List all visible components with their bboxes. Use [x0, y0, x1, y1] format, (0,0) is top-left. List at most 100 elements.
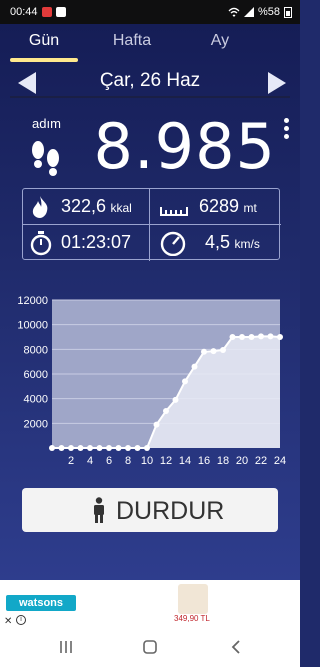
chart-point: [144, 445, 150, 451]
chart-point: [87, 445, 93, 451]
chart-svg: 200040006000800010000120002 4 6 8 10 12 14 16 18…: [17, 295, 286, 467]
person-icon: [94, 497, 104, 523]
calories-value: 322,6: [61, 196, 107, 216]
tab-week[interactable]: Hafta: [92, 32, 172, 50]
chart-point: [134, 445, 141, 451]
steps-value: 8.985: [93, 110, 276, 183]
chart-xtick-label: 20: [236, 455, 248, 467]
speed-unit: km/s: [234, 237, 260, 251]
speed-stat: 4,5 km/s: [205, 232, 260, 253]
chart-xtick-label: 24: [274, 455, 286, 467]
chart-point: [96, 445, 103, 451]
chart-xtick-label: 8: [125, 455, 131, 467]
chart-xtick-label: 6: [106, 455, 112, 467]
next-day-arrow-icon[interactable]: [268, 72, 286, 94]
chart-point: [248, 334, 255, 340]
chart-ytick-label: 4000: [24, 394, 48, 406]
chart-point: [125, 445, 131, 451]
chart-point: [220, 346, 226, 353]
date-divider: [10, 96, 290, 98]
chart-ytick-label: 8000: [24, 344, 48, 356]
chart-point: [210, 348, 217, 355]
current-date: Çar, 26 Haz: [99, 70, 201, 91]
tab-month[interactable]: Ay: [180, 32, 260, 50]
ad-close-icon[interactable]: ✕: [4, 616, 12, 627]
hourly-steps-chart: 2000 4000 6000 8000 10000 12000 2 4 6 8 10 12 14 16 18…: [0, 270, 300, 480]
chart-point: [267, 333, 274, 340]
chart-point: [77, 445, 84, 451]
flame-icon: [32, 196, 48, 218]
chart-point: [201, 348, 207, 355]
chart-point: [163, 408, 169, 414]
duration-stat: 01:23:07: [61, 232, 131, 253]
ad-price: 349,90 TL: [174, 614, 210, 623]
signal-icon: [243, 7, 254, 17]
chart-ytick-label: 10000: [17, 320, 48, 332]
notification-icon: [42, 7, 52, 17]
pedometer-app: Gün Hafta Ay Çar, 26 Haz adım 8.985 322,…: [0, 24, 300, 580]
chart-xtick-label: 14: [179, 455, 191, 467]
chart-xtick-label: 16: [198, 455, 210, 467]
date-navigator: Çar, 26 Haz: [0, 66, 300, 100]
chart-point: [229, 334, 236, 340]
ruler-icon: [160, 207, 188, 216]
chart-point: [191, 363, 198, 370]
stats-divider-vertical: [149, 189, 150, 261]
home-icon[interactable]: [142, 639, 158, 655]
tab-day[interactable]: Gün: [4, 32, 84, 50]
chart-point: [239, 334, 245, 340]
gallery-icon: [56, 7, 66, 17]
distance-value: 6289: [199, 196, 240, 216]
stats-grid: 322,6 kkal 6289 mt 01:23:07 4,5 km/s: [22, 188, 281, 261]
ad-product-image[interactable]: [178, 584, 208, 614]
ad-info-icon[interactable]: i: [16, 615, 26, 625]
recent-apps-icon[interactable]: [58, 639, 74, 655]
step-counter: adım 8.985: [0, 110, 300, 188]
status-time: 00:44: [10, 6, 38, 18]
steps-label: adım: [32, 116, 61, 131]
overflow-menu-icon[interactable]: [284, 118, 290, 142]
duration-value: 01:23:07: [61, 232, 132, 252]
system-nav-bar: [0, 630, 300, 667]
distance-stat: 6289 mt: [199, 196, 257, 217]
ad-banner[interactable]: watsons 349,90 TL ✕ i: [0, 580, 300, 630]
distance-unit: mt: [243, 201, 257, 215]
chart-ytick-label: 2000: [24, 418, 48, 430]
chart-point: [68, 445, 74, 451]
status-right: %58: [228, 6, 292, 18]
tab-active-indicator: [10, 58, 78, 62]
chart-ytick-label: 6000: [24, 369, 48, 381]
stop-button-label: DURDUR: [116, 497, 225, 525]
chart-point: [258, 333, 264, 340]
speed-value: 4,5: [205, 232, 231, 252]
previous-day-arrow-icon[interactable]: [18, 72, 36, 94]
chart-xtick-label: 4: [87, 455, 93, 467]
chart-xtick-label: 10: [141, 455, 153, 467]
chart-xtick-label: 12: [160, 455, 172, 467]
chart-xtick-label: 22: [255, 455, 267, 467]
chart-point: [49, 445, 55, 451]
tab-bar: Gün Hafta Ay: [0, 24, 300, 64]
chart-point: [115, 445, 122, 451]
status-bar: 00:44 %58: [0, 0, 300, 24]
chart-point: [172, 396, 179, 403]
chart-point: [277, 334, 283, 340]
chart-xtick-label: 18: [217, 455, 229, 467]
battery-level: %58: [257, 6, 280, 18]
chart-ytick-label: 12000: [17, 295, 48, 307]
stop-button[interactable]: DURDUR: [22, 488, 278, 532]
back-icon[interactable]: [228, 639, 244, 655]
stats-divider-horizontal: [23, 224, 281, 225]
chart-point: [153, 421, 160, 428]
chart-point: [106, 445, 112, 451]
battery-icon: [284, 7, 292, 18]
chart-xtick-label: 2: [68, 455, 74, 467]
footprints-icon: [32, 141, 59, 176]
wifi-icon: [228, 7, 240, 17]
chart-point: [182, 378, 188, 385]
ad-brand-logo[interactable]: watsons: [6, 595, 76, 611]
chart-point: [58, 445, 65, 451]
calories-stat: 322,6 kkal: [61, 196, 132, 217]
calories-unit: kkal: [110, 201, 132, 215]
stopwatch-icon: [30, 231, 52, 256]
